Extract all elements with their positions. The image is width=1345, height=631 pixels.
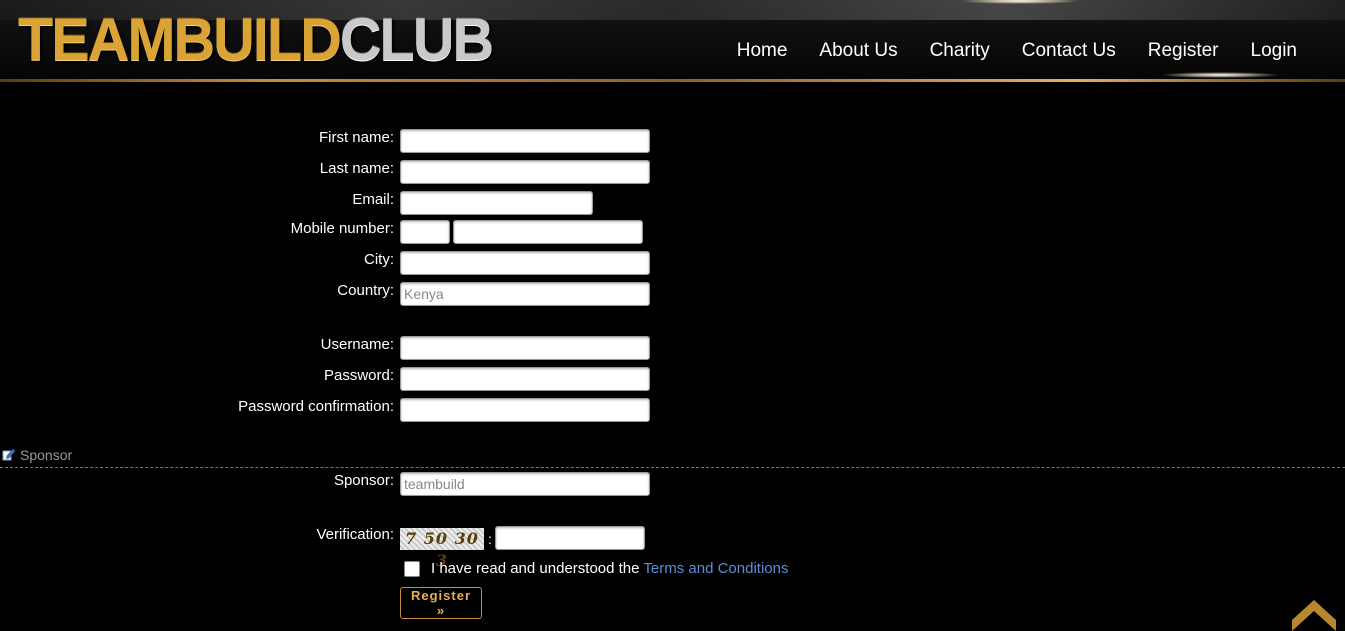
first-name-row: First name: [0, 129, 1345, 155]
last-name-label: Last name: [319, 160, 394, 177]
last-name-input[interactable] [400, 160, 650, 184]
nav-contact-us[interactable]: Contact Us [1006, 40, 1132, 62]
mobile-number-label: Mobile number: [290, 220, 394, 237]
username-input[interactable] [400, 336, 650, 360]
terms-checkbox[interactable] [404, 561, 420, 577]
terms-link[interactable]: Terms and Conditions [643, 560, 788, 577]
register-button[interactable]: Register » [400, 587, 482, 619]
city-label: City: [364, 251, 394, 268]
sponsor-section-title: Sponsor [20, 447, 73, 463]
city-input[interactable] [400, 251, 650, 275]
terms-label: I have read and understood the [431, 560, 644, 577]
logo-silver-text: CLUB [339, 6, 494, 73]
country-label: Country: [337, 282, 394, 299]
username-row: Username: [0, 336, 1345, 362]
sponsor-row: Sponsor: teambuild [0, 472, 1345, 498]
verification-label: Verification: [316, 526, 394, 543]
password-confirmation-label: Password confirmation: [238, 398, 394, 415]
header-gold-line [0, 79, 1345, 82]
nav-login[interactable]: Login [1235, 40, 1314, 62]
sponsor-input[interactable]: teambuild [400, 472, 650, 496]
captcha-separator: : [488, 531, 492, 547]
password-row: Password: [0, 367, 1345, 393]
password-confirmation-row: Password confirmation: [0, 398, 1345, 424]
main-nav: Home About Us Charity Contact Us Registe… [721, 40, 1313, 62]
password-label: Password: [323, 367, 394, 384]
password-input[interactable] [400, 367, 650, 391]
nav-about-us[interactable]: About Us [803, 40, 913, 62]
site-logo[interactable]: TEAMBUILDCLUB [18, 6, 494, 73]
mobile-country-code-input[interactable] [400, 220, 450, 244]
nav-register[interactable]: Register [1132, 40, 1235, 62]
captcha-image: 7 50 30 3 [400, 528, 484, 570]
verification-row: Verification: [0, 526, 1345, 552]
country-row: Country: Kenya [0, 282, 1345, 308]
first-name-input[interactable] [400, 129, 650, 153]
mobile-number-input[interactable] [453, 220, 643, 244]
city-row: City: [0, 251, 1345, 277]
last-name-row: Last name: [0, 160, 1345, 186]
password-confirmation-input[interactable] [400, 398, 650, 422]
mobile-row: Mobile number: [0, 220, 1345, 246]
logo-gold-text: TEAMBUILD [18, 6, 342, 73]
country-input[interactable]: Kenya [400, 282, 650, 306]
sponsor-section-header: Sponsor [0, 447, 1345, 468]
header-glow [1160, 72, 1280, 78]
email-label: Email: [352, 191, 394, 208]
terms-text: I have read and understood the Terms and… [431, 560, 788, 577]
nav-home[interactable]: Home [721, 40, 804, 62]
verification-input[interactable] [495, 526, 645, 550]
first-name-label: First name: [318, 129, 394, 146]
email-input[interactable] [400, 191, 593, 215]
email-row: Email: [0, 191, 1345, 217]
nav-charity[interactable]: Charity [914, 40, 1006, 62]
scroll-to-top-icon[interactable] [1292, 598, 1336, 631]
edit-icon [2, 448, 16, 461]
username-label: Username: [320, 336, 394, 353]
site-header: TEAMBUILDCLUB Home About Us Charity Cont… [0, 0, 1345, 82]
sponsor-label: Sponsor: [333, 472, 394, 489]
